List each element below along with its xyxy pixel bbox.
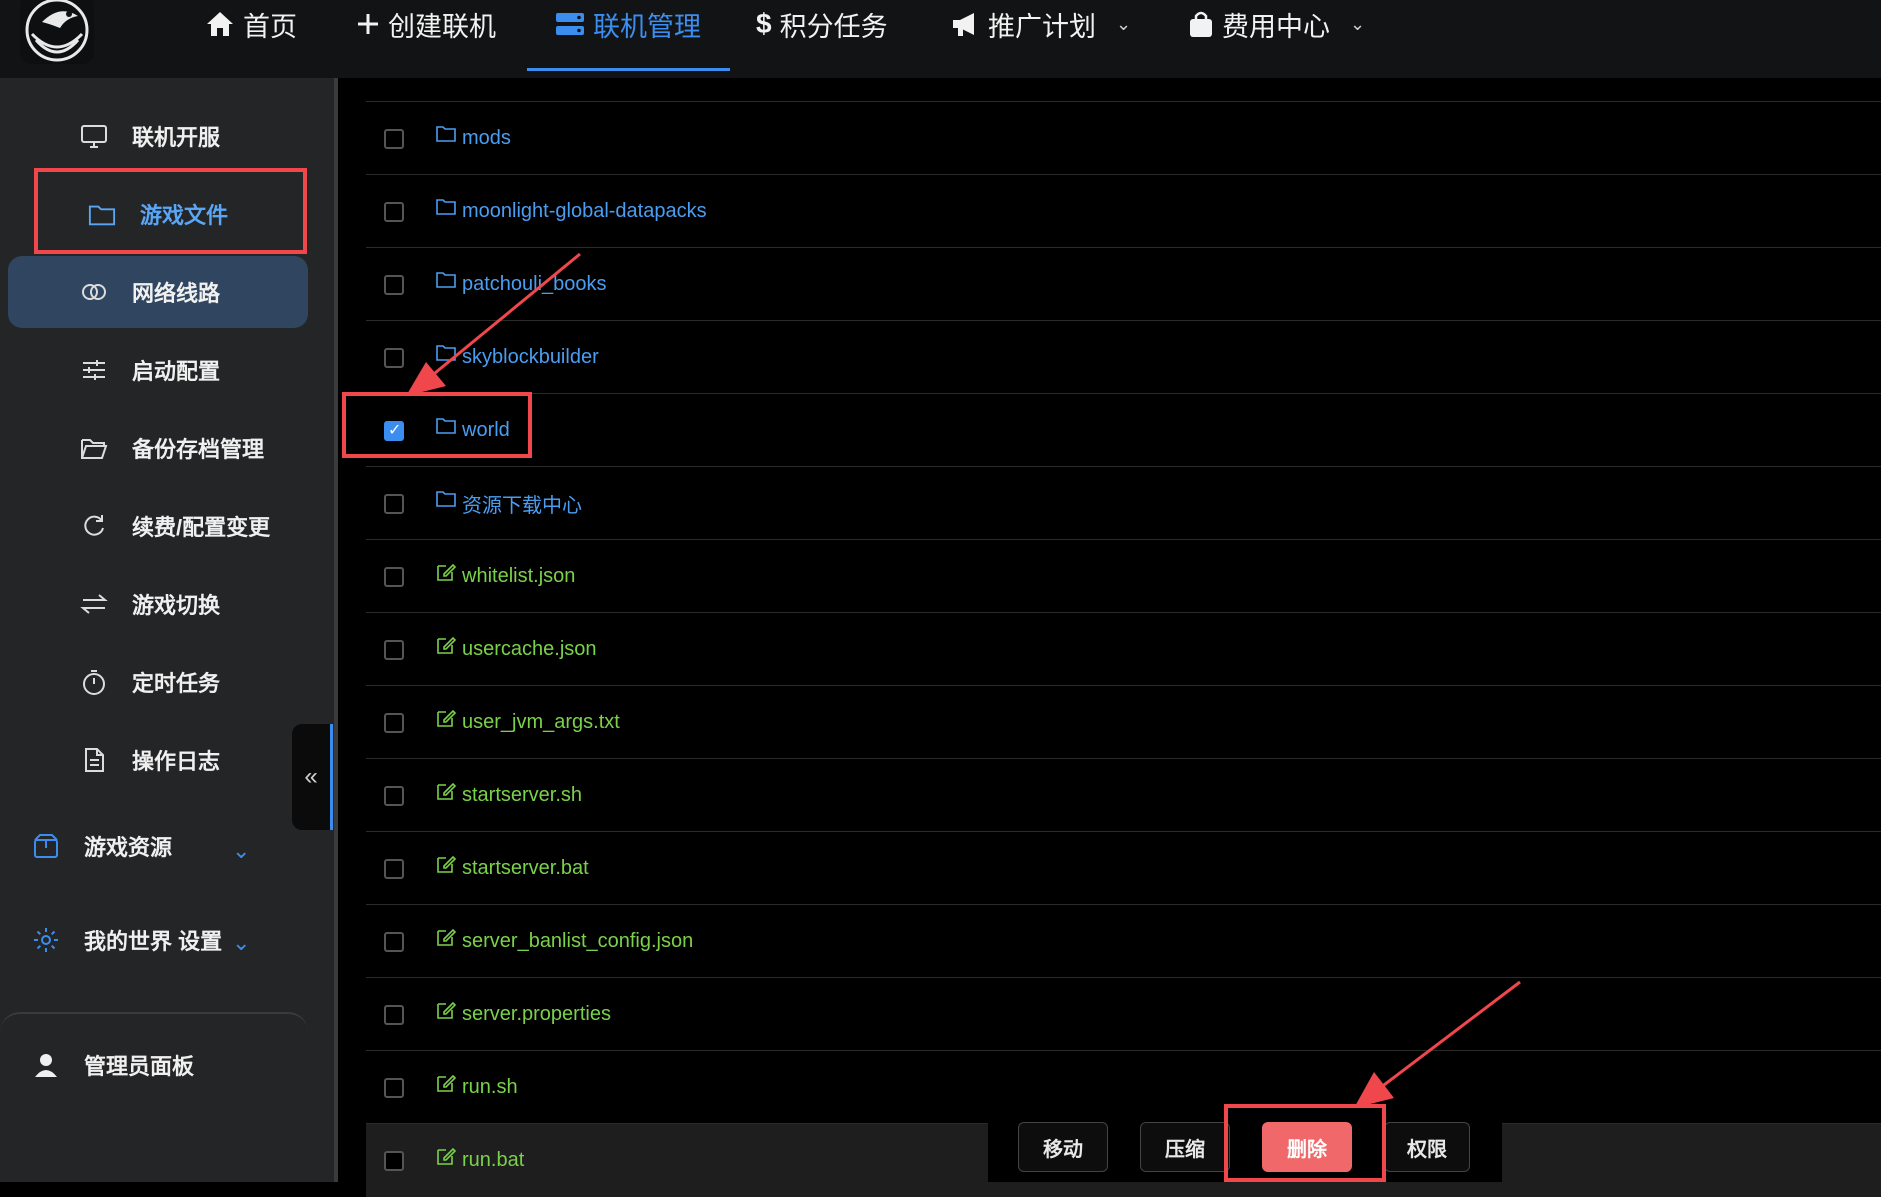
arrow-to-world [406,252,581,396]
annotation-arrows [406,252,1521,1108]
arrow-to-delete [1354,980,1521,1108]
